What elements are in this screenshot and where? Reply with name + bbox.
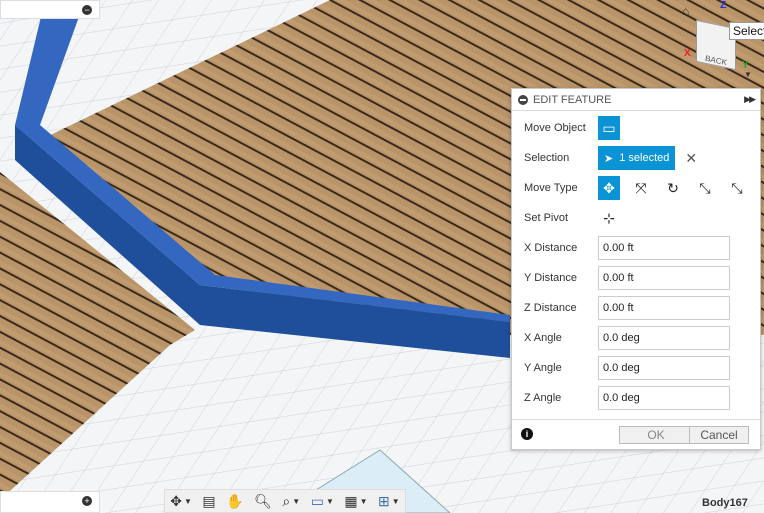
x-angle-input[interactable] (598, 326, 730, 350)
zoom-icon: 🔍︎ (254, 492, 272, 509)
comments-panel: + (0, 491, 100, 513)
selection-value: 1 selected (619, 152, 670, 164)
monitor-icon: ▭ (310, 492, 324, 509)
grid-icon: ▦ (344, 492, 358, 509)
clear-selection-icon[interactable]: ✕ (685, 150, 697, 167)
x-distance-input[interactable] (598, 236, 730, 260)
free-move-icon[interactable]: ✥ (598, 176, 620, 200)
point-to-point-icon[interactable]: ⤡ (694, 176, 716, 200)
set-pivot-icon[interactable]: ⊹ (598, 206, 620, 230)
display-settings-button[interactable]: ▭ ▼ (311, 493, 334, 510)
y-distance-label: Y Distance (524, 272, 577, 284)
x-axis-label: X (684, 48, 691, 59)
y-distance-input[interactable] (598, 266, 730, 290)
grid-settings-button[interactable]: ▦ ▼ (344, 493, 367, 510)
rotate-icon[interactable]: ↻ (662, 176, 684, 200)
pan-button[interactable]: ✋ (226, 493, 243, 510)
edit-feature-dialog: EDIT FEATURE ▶▶ Move Object ▭ Selection ➤ 1 … (511, 88, 761, 450)
cancel-button[interactable]: Cancel (689, 426, 749, 444)
viewcube[interactable]: ⌂ Z BACK X Y ▼ (682, 0, 752, 79)
look-at-icon: ▤ (202, 492, 216, 509)
ok-button[interactable]: OK (619, 426, 693, 444)
selected-body-label: Body167 (702, 497, 748, 509)
x-distance-label: X Distance (524, 242, 578, 254)
z-angle-label: Z Angle (524, 392, 562, 404)
orbit-icon: ✥ (170, 492, 182, 509)
info-icon[interactable]: i (521, 428, 533, 440)
expand-dialog-icon[interactable]: ▶▶ (744, 94, 756, 105)
z-angle-input[interactable] (598, 386, 730, 410)
y-angle-input[interactable] (598, 356, 730, 380)
zoom-window-icon: ⌕ (282, 492, 291, 509)
collapse-icon[interactable]: − (82, 5, 92, 15)
viewports-icon: ⊞ (378, 492, 390, 509)
zoom-button[interactable]: 🔍︎ (254, 493, 272, 510)
dialog-header: EDIT FEATURE ▶▶ (512, 89, 760, 111)
y-angle-label: Y Angle (524, 362, 562, 374)
body-object-icon[interactable]: ▭ (598, 116, 620, 140)
selection-label: Selection (524, 152, 570, 164)
home-icon[interactable]: ⌂ (682, 4, 689, 18)
move-type-label: Move Type (524, 182, 578, 194)
browser-panel: − (0, 0, 100, 19)
cursor-icon: ➤ (604, 152, 614, 165)
translate-icon[interactable]: ⤧ (630, 176, 652, 200)
set-pivot-label: Set Pivot (524, 212, 569, 224)
navigation-toolbar: ✥ ▼ ▤ ✋ 🔍︎ ⌕ ▼ ▭ ▼ ▦ ▼ ⊞ ▼ (164, 489, 406, 513)
x-angle-label: X Angle (524, 332, 562, 344)
z-axis-label: Z (720, 0, 727, 11)
viewcube-menu-icon[interactable]: ▼ (744, 70, 752, 79)
dialog-title: EDIT FEATURE (533, 93, 612, 106)
fit-button[interactable]: ⌕ ▼ (282, 493, 300, 510)
z-distance-input[interactable] (598, 296, 730, 320)
point-to-position-icon[interactable]: ⤡ (726, 176, 748, 200)
expand-icon[interactable]: + (82, 496, 92, 506)
look-at-button[interactable]: ▤ (202, 493, 215, 510)
selection-button[interactable]: ➤ 1 selected (598, 146, 676, 170)
collapse-dialog-icon[interactable] (518, 94, 528, 105)
move-object-label: Move Object (524, 122, 586, 134)
dialog-footer: i OK Cancel (512, 419, 760, 449)
tooltip: Select (729, 22, 764, 40)
viewports-button[interactable]: ⊞ ▼ (378, 493, 400, 510)
z-distance-label: Z Distance (524, 302, 577, 314)
orbit-button[interactable]: ✥ ▼ (170, 493, 192, 510)
hand-icon: ✋ (226, 492, 244, 509)
